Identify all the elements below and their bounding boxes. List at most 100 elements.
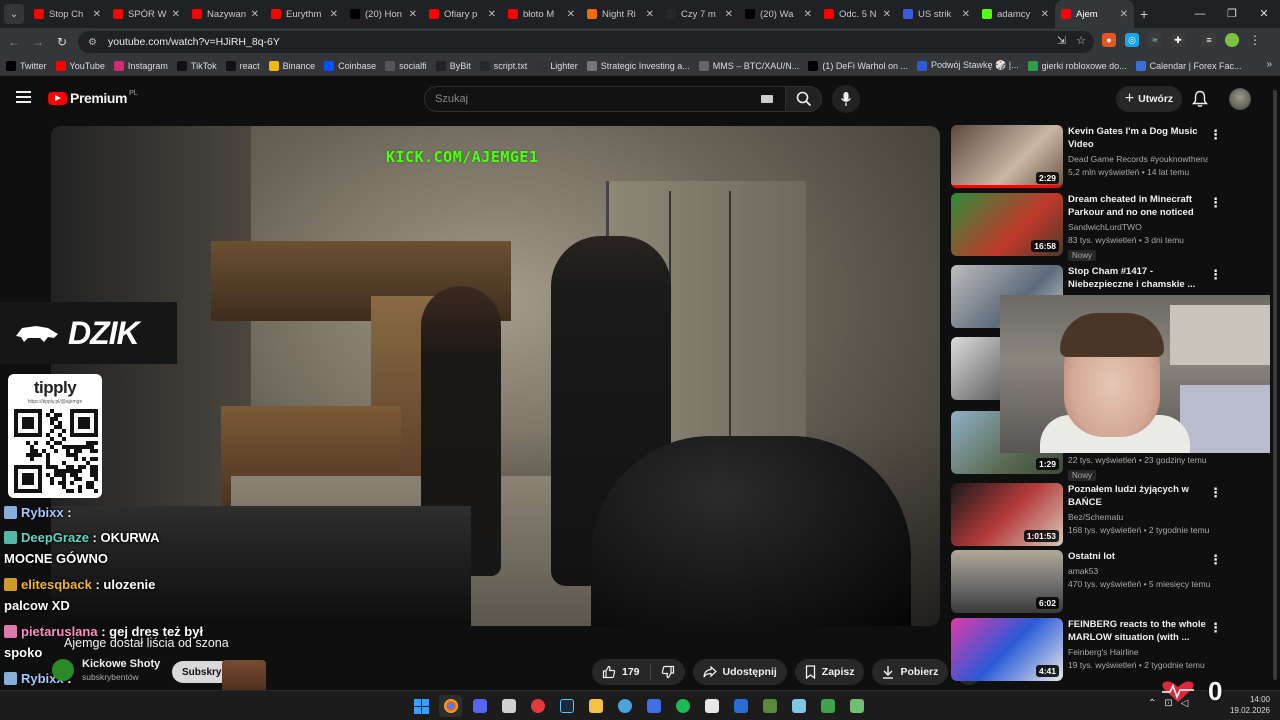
close-tab-icon[interactable]: ✕ [962,9,970,20]
video-thumbnail[interactable]: 6:02 [951,550,1063,613]
close-tab-icon[interactable]: ✕ [93,9,101,20]
video-player[interactable]: KICK.COM/AJEMGE1 [51,126,940,626]
notifications-bell-icon[interactable] [1192,90,1208,108]
search-input[interactable]: Szukaj [424,86,786,112]
keyboard-icon[interactable] [761,95,773,103]
menu-icon[interactable] [16,91,31,103]
site-info-icon[interactable]: ⚙ [88,37,102,48]
bookmark-item[interactable]: TikTok [176,60,217,71]
browser-tab[interactable]: Czy 7 m ✕ [660,0,739,28]
browser-tab[interactable]: Ofiary p ✕ [423,0,502,28]
dislike-button[interactable] [651,665,685,679]
close-tab-icon[interactable]: ✕ [725,9,733,20]
video-thumbnail[interactable]: 1:01:53 [951,483,1063,546]
channel-avatar[interactable] [52,659,74,681]
download-button[interactable]: Pobierz [872,659,949,685]
start-button[interactable] [410,695,433,717]
taskbar-app-7[interactable] [758,695,781,717]
taskbar-clock[interactable]: 14:00 19.02.2026 [1222,694,1270,716]
browser-tab[interactable]: (20) Hon ✕ [344,0,423,28]
recommended-video[interactable]: 16:58 Dream cheated in Minecraft Parkour … [951,193,1226,261]
share-button[interactable]: Udostępnij [692,659,787,685]
bookmark-item[interactable]: Strategic Investing a... [586,60,690,71]
close-tab-icon[interactable]: ✕ [1120,9,1128,20]
video-title[interactable]: Ostatni lot [1068,550,1208,563]
video-options-icon[interactable]: ⋮ [1209,620,1222,636]
browser-tab[interactable]: adamcy ✕ [976,0,1055,28]
video-thumbnail[interactable]: 16:58 [951,193,1063,256]
video-options-icon[interactable]: ⋮ [1209,267,1222,283]
close-tab-icon[interactable]: ✕ [409,9,417,20]
bookmark-item[interactable]: Podwój Stawkę 🎲 |... [917,60,1019,71]
bookmark-item[interactable]: script.txt [479,60,527,71]
browser-tab[interactable]: Night Ri ✕ [581,0,660,28]
bookmark-item[interactable]: ByBit [435,60,471,71]
video-channel[interactable]: SandwichLordTWO [1068,222,1208,232]
voice-search-button[interactable] [832,85,860,113]
video-thumbnail[interactable]: 4:41 [951,618,1063,681]
bookmark-item[interactable]: gierki robloxowe do... [1027,60,1127,71]
bookmark-star-icon[interactable]: ☆ [1076,34,1086,47]
video-title[interactable]: Stop Cham #1417 - Niebezpieczne i chamsk… [1068,265,1208,291]
video-options-icon[interactable]: ⋮ [1209,127,1222,143]
close-tab-icon[interactable]: ✕ [251,9,259,20]
recommended-video[interactable]: 4:41 FEINBERG reacts to the whole MARLOW … [951,618,1226,682]
install-icon[interactable]: ⇲ [1057,34,1066,47]
close-tab-icon[interactable]: ✕ [883,9,891,20]
minimize-button[interactable]: — [1184,0,1216,28]
back-button[interactable]: ← [2,35,26,49]
video-channel[interactable]: Feinberg's Hairline [1068,647,1208,657]
browser-tab[interactable]: SPÓR W ✕ [107,0,186,28]
video-title[interactable]: Kevin Gates I'm a Dog Music Video [1068,125,1208,151]
bookmark-item[interactable]: react [225,60,260,71]
reload-button[interactable]: ↻ [50,35,74,49]
bookmark-item[interactable]: Lighter [536,60,578,71]
browser-tab[interactable]: Eurythm ✕ [265,0,344,28]
video-title[interactable]: Poznałem ludzi żyjących w BAŃCE [1068,483,1208,509]
close-tab-icon[interactable]: ✕ [567,9,575,20]
taskbar-app-3[interactable] [613,695,636,717]
extension-fox-icon[interactable]: ● [1102,33,1116,47]
browser-tab[interactable]: Odc. 5 N ✕ [818,0,897,28]
video-thumbnail[interactable]: 2:29 [951,125,1063,188]
save-button[interactable]: Zapisz [794,659,865,685]
close-tab-icon[interactable]: ✕ [330,9,338,20]
close-tab-icon[interactable]: ✕ [804,9,812,20]
taskbar-explorer[interactable] [584,695,607,717]
browser-tab[interactable]: Ajem ✕ [1055,0,1134,28]
taskbar-steam[interactable] [555,695,578,717]
create-button[interactable]: + Utwórz [1116,86,1182,112]
search-button[interactable] [786,86,822,112]
browser-tab[interactable]: błoto M ✕ [502,0,581,28]
bookmark-item[interactable]: MMS – BTC/XAU/N... [698,60,799,71]
recommended-video[interactable]: 6:02 Ostatni lot amak53 470 tys. wyświetleń… [951,550,1226,614]
taskbar-app-2[interactable] [526,695,549,717]
like-button[interactable]: 179 [592,664,651,680]
taskbar-app-8[interactable] [787,695,810,717]
bookmark-item[interactable]: Binance [268,60,315,71]
bookmark-item[interactable]: socialfi [385,60,427,71]
recommended-video[interactable]: 1:01:53 Poznałem ludzi żyjących w BAŃCE Be… [951,483,1226,547]
close-window-button[interactable]: ✕ [1248,0,1280,28]
taskbar-app-4[interactable] [642,695,665,717]
video-channel[interactable]: amak53 [1068,566,1208,576]
recommended-video[interactable]: 2:29 Kevin Gates I'm a Dog Music Video Dea… [951,125,1226,189]
tab-search-button[interactable]: ⌄ [4,4,24,24]
extension-wallet-icon[interactable]: ≈ [1148,33,1162,47]
bookmark-item[interactable]: Instagram [113,60,168,71]
taskbar-discord[interactable] [468,695,491,717]
taskbar-app-1[interactable] [497,695,520,717]
browser-tab[interactable]: (20) Wa ✕ [739,0,818,28]
close-tab-icon[interactable]: ✕ [172,9,180,20]
profile-avatar-icon[interactable] [1225,33,1239,47]
video-options-icon[interactable]: ⋮ [1209,195,1222,211]
media-control-icon[interactable]: ≡ [1202,33,1216,47]
video-title[interactable]: FEINBERG reacts to the whole MARLOW situ… [1068,618,1208,644]
forward-button[interactable]: → [26,35,50,49]
bookmark-item[interactable]: Calendar | Forex Fac... [1135,60,1242,71]
taskbar-chrome[interactable] [439,695,462,717]
extension-blue-icon[interactable]: ◎ [1125,33,1139,47]
browser-tab[interactable]: Stop Ch ✕ [28,0,107,28]
taskbar-app-9[interactable] [816,695,839,717]
bookmark-item[interactable]: Twitter [6,60,47,71]
